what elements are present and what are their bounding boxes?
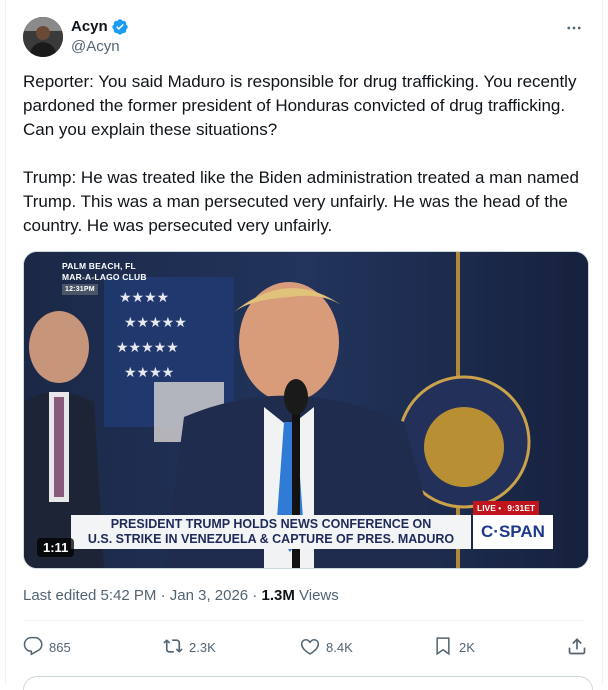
live-label: LIVE • bbox=[477, 503, 502, 513]
tweet-text: Reporter: You said Maduro is responsible… bbox=[23, 72, 579, 235]
location-time: 12:31PM bbox=[62, 284, 98, 295]
live-tag: LIVE • 9:31ET bbox=[473, 501, 540, 515]
share-icon bbox=[567, 636, 587, 659]
svg-text:★★★★: ★★★★ bbox=[124, 365, 174, 381]
views-count: 1.3M bbox=[261, 587, 295, 604]
bookmark-button[interactable]: 2K bbox=[433, 633, 475, 661]
location-overlay: PALM BEACH, FL MAR-A-LAGO CLUB 12:31PM bbox=[62, 261, 147, 295]
divider bbox=[23, 620, 585, 621]
views-label: Views bbox=[294, 587, 339, 604]
like-button[interactable]: 8.4K bbox=[300, 633, 353, 661]
svg-text:★★★★★: ★★★★★ bbox=[124, 315, 187, 331]
network-logo: C·SPAN bbox=[473, 515, 553, 549]
tweet-card: Acyn @Acyn Reporter: You said Maduro is … bbox=[5, 0, 603, 690]
edited-timestamp[interactable]: Last edited 5:42 PM · Jan 3, 2026 · bbox=[23, 587, 261, 604]
reply-button[interactable]: 865 bbox=[23, 633, 71, 661]
avatar-image bbox=[23, 17, 63, 57]
tweet-header: Acyn @Acyn bbox=[23, 17, 585, 59]
more-dots-icon[interactable] bbox=[563, 17, 585, 39]
location-city: PALM BEACH, FL bbox=[62, 261, 136, 271]
avatar[interactable] bbox=[23, 17, 63, 57]
author-display-name-row[interactable]: Acyn bbox=[71, 17, 129, 36]
video-player[interactable]: ★★★★ ★★★★★ ★★★★★ ★★★★ PALM BEACH, FL MAR… bbox=[23, 251, 589, 569]
author-names: Acyn @Acyn bbox=[71, 17, 129, 57]
banner-line-1: PRESIDENT TRUMP HOLDS NEWS CONFERENCE ON bbox=[110, 517, 432, 531]
bookmark-count: 2K bbox=[459, 639, 475, 655]
live-time: 9:31ET bbox=[507, 503, 536, 513]
author-display-name[interactable]: Acyn bbox=[71, 17, 108, 36]
location-venue: MAR-A-LAGO CLUB bbox=[62, 272, 147, 282]
reply-count: 865 bbox=[49, 639, 71, 655]
tweet-meta: Last edited 5:42 PM · Jan 3, 2026 · 1.3M… bbox=[23, 586, 339, 606]
repost-button[interactable]: 2.3K bbox=[163, 633, 216, 661]
banner-line-2: U.S. STRIKE IN VENEZUELA & CAPTURE OF PR… bbox=[87, 532, 455, 546]
news-banner: PRESIDENT TRUMP HOLDS NEWS CONFERENCE ON… bbox=[71, 515, 471, 549]
reply-icon bbox=[23, 636, 43, 659]
action-bar: 865 2.3K 8.4K 2K bbox=[23, 633, 593, 661]
verified-badge-icon[interactable] bbox=[111, 18, 129, 36]
author-handle[interactable]: @Acyn bbox=[71, 37, 129, 57]
bookmark-icon bbox=[433, 636, 453, 659]
share-button[interactable] bbox=[567, 633, 587, 661]
like-count: 8.4K bbox=[326, 639, 353, 655]
repost-icon bbox=[163, 636, 183, 659]
reply-composer-edge bbox=[23, 676, 593, 690]
heart-icon bbox=[300, 636, 320, 659]
svg-text:★★★★★: ★★★★★ bbox=[116, 340, 179, 356]
repost-count: 2.3K bbox=[189, 639, 216, 655]
video-duration: 1:11 bbox=[37, 538, 75, 557]
